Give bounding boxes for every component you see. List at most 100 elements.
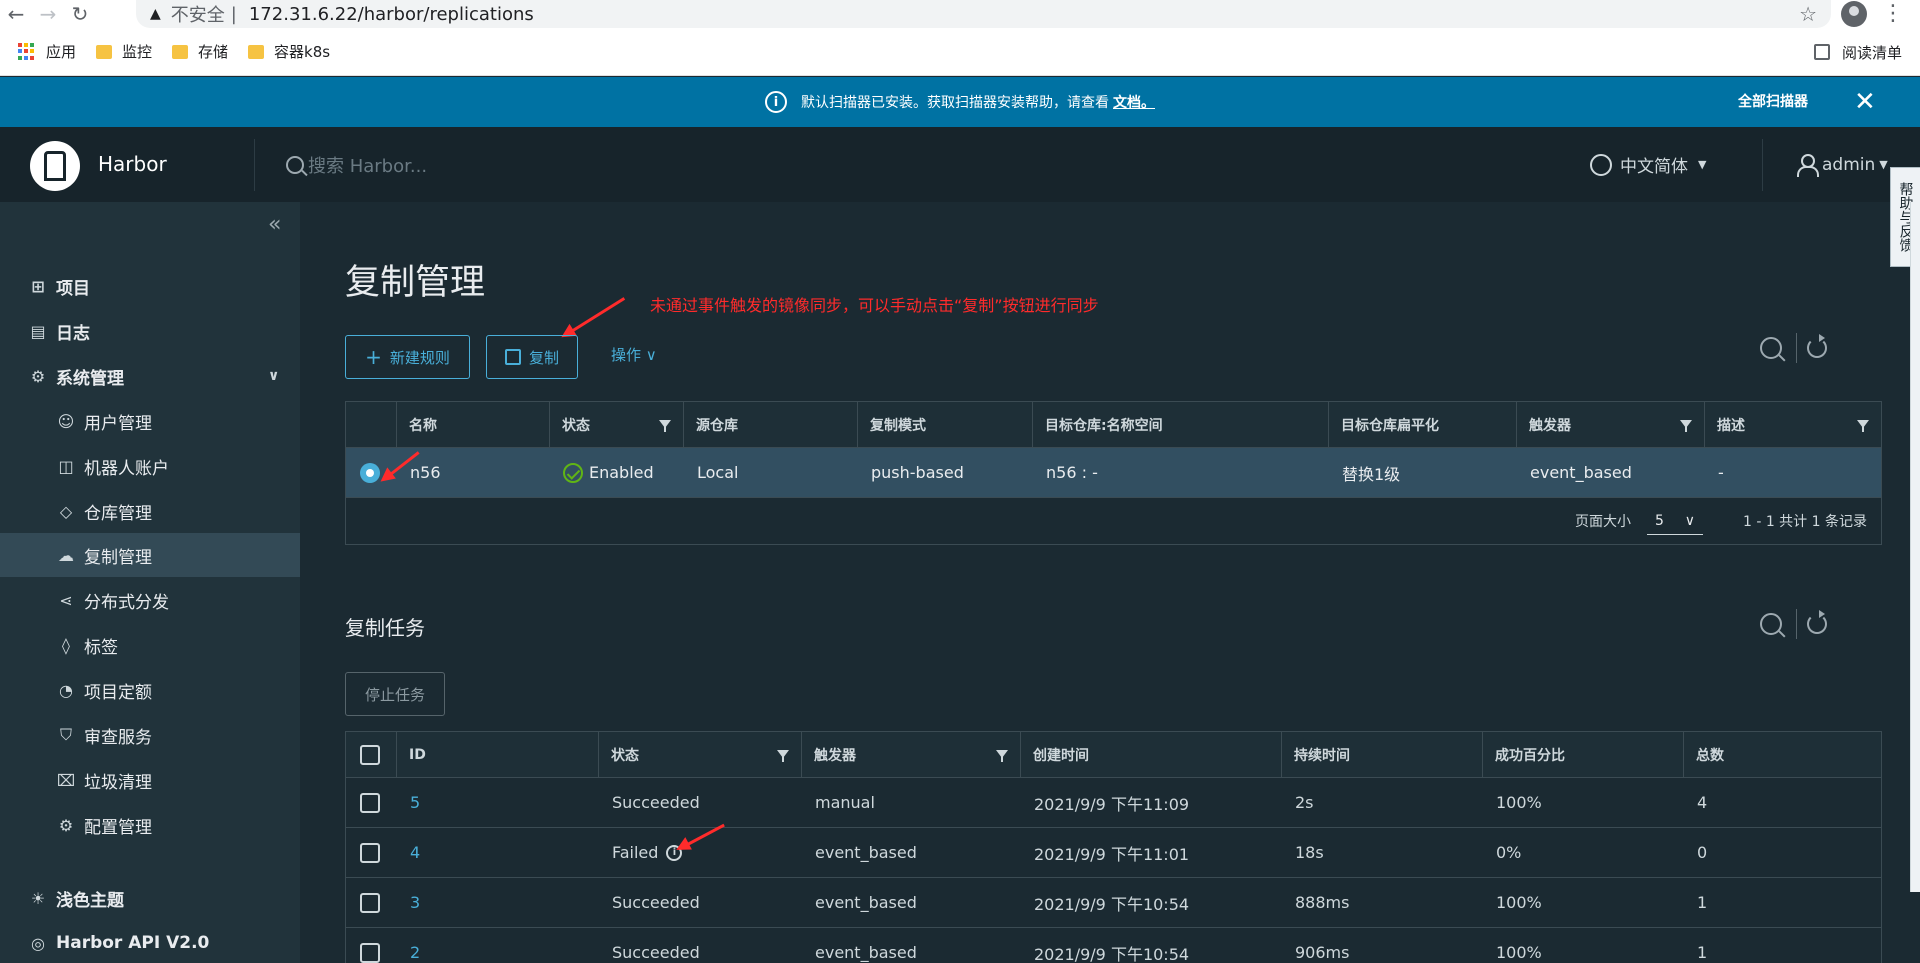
harbor-logo-icon[interactable] xyxy=(30,141,80,191)
users-icon: ☺ xyxy=(57,411,75,431)
address-bar[interactable]: ▲ 不安全 | 172.31.6.22/harbor/replications … xyxy=(136,0,1831,28)
replicate-icon xyxy=(504,349,521,365)
column-header-description[interactable]: 描述 xyxy=(1704,402,1881,447)
scan-all-button[interactable]: 全部扫描器 xyxy=(1738,77,1808,127)
bookmark-apps[interactable]: 应用 xyxy=(18,41,76,62)
task-success-rate: 0% xyxy=(1496,843,1522,862)
banner-doc-link[interactable]: 文档。 xyxy=(1113,92,1155,112)
bookmark-folder-k8s[interactable]: 容器k8s xyxy=(248,41,330,62)
user-menu[interactable]: admin ▼ xyxy=(1796,127,1888,202)
table-header: 名称 状态 源仓库 复制模式 目标仓库:名称空间 目标仓库扁平化 触发器 描述 xyxy=(346,402,1881,448)
column-header[interactable]: 目标仓库扁平化 xyxy=(1328,402,1516,447)
url-text[interactable]: 172.31.6.22/harbor/replications xyxy=(249,4,534,25)
browser-menu-icon[interactable]: ⋮ xyxy=(1882,0,1904,28)
filter-icon[interactable] xyxy=(996,750,1008,762)
column-header[interactable]: 名称 xyxy=(396,402,549,447)
bookmark-star-icon[interactable]: ☆ xyxy=(1799,2,1817,26)
user-name: admin xyxy=(1822,154,1876,175)
sidebar-item-logs[interactable]: ▤ 日志 xyxy=(0,309,300,353)
task-id-link[interactable]: 2 xyxy=(396,928,598,963)
global-search[interactable]: 搜索 Harbor... xyxy=(286,127,427,202)
actions-dropdown[interactable]: 操作 ∨ xyxy=(611,344,657,365)
row-select xyxy=(346,828,396,877)
column-header-trigger[interactable]: 触发器 xyxy=(1516,402,1704,447)
column-header[interactable]: 成功百分比 xyxy=(1482,732,1683,777)
profile-icon[interactable] xyxy=(1836,0,1872,28)
sidebar-item-replications[interactable]: ☁ 复制管理 xyxy=(0,533,300,577)
task-id-link[interactable]: 4 xyxy=(396,828,598,877)
filter-icon[interactable] xyxy=(1857,420,1869,432)
table-row[interactable]: n56 Enabled Local push-based n56 : - 替换1… xyxy=(346,448,1881,498)
task-id[interactable]: 3 xyxy=(410,893,420,912)
column-header-status[interactable]: 状态 xyxy=(598,732,801,777)
sidebar-item-label: Harbor API V2.0 xyxy=(56,933,210,953)
row-checkbox[interactable] xyxy=(360,792,380,813)
page-size-value: 5 xyxy=(1654,512,1664,529)
task-id[interactable]: 5 xyxy=(410,793,420,812)
column-header[interactable]: 目标仓库:名称空间 xyxy=(1032,402,1328,447)
tasks-table: ID 状态 触发器 创建时间 持续时间 成功百分比 总数 5 Succeeded… xyxy=(345,731,1882,963)
column-header[interactable]: 复制模式 xyxy=(857,402,1032,447)
column-header[interactable]: 总数 xyxy=(1683,732,1881,777)
sidebar-item-quotas[interactable]: ◔ 项目定额 xyxy=(0,668,300,712)
collapse-sidebar-icon[interactable]: « xyxy=(268,212,281,237)
table-row[interactable]: 2 Succeeded event_based 2021/9/9 下午10:54… xyxy=(346,928,1881,963)
select-all-checkbox[interactable] xyxy=(360,744,380,765)
column-header[interactable]: 持续时间 xyxy=(1281,732,1482,777)
sidebar-item-users[interactable]: ☺ 用户管理 xyxy=(0,399,300,443)
sidebar-item-registries[interactable]: ◇ 仓库管理 xyxy=(0,489,300,533)
sidebar-item-projects[interactable]: ⊞ 项目 xyxy=(0,264,300,308)
task-id-link[interactable]: 5 xyxy=(396,778,598,827)
sidebar-item-distributions[interactable]: ⋖ 分布式分发 xyxy=(0,578,300,622)
filter-icon[interactable] xyxy=(777,750,789,762)
sidebar-item-gc[interactable]: ⌧ 垃圾清理 xyxy=(0,758,300,802)
refresh-icon[interactable] xyxy=(1807,610,1827,634)
column-header[interactable]: 源仓库 xyxy=(683,402,857,447)
sidebar-item-labels[interactable]: ◊ 标签 xyxy=(0,623,300,667)
row-checkbox[interactable] xyxy=(360,842,380,863)
radio-selected-icon[interactable] xyxy=(360,462,380,483)
stop-task-button[interactable]: 停止任务 xyxy=(345,672,445,716)
search-input[interactable]: 搜索 Harbor... xyxy=(308,152,427,178)
task-id-link[interactable]: 3 xyxy=(396,878,598,927)
search-icon[interactable] xyxy=(1760,613,1782,635)
close-icon[interactable]: ✕ xyxy=(1854,89,1876,115)
bookmark-label: 存储 xyxy=(198,43,229,61)
bookmark-folder-monitor[interactable]: 监控 xyxy=(96,41,152,62)
task-id[interactable]: 2 xyxy=(410,943,420,962)
theme-toggle[interactable]: ☀ 浅色主题 xyxy=(0,876,300,920)
page-scrollbar[interactable] xyxy=(1910,202,1920,892)
language-switcher[interactable]: 中文简体 ▼ xyxy=(1590,127,1706,202)
sidebar-item-robot-accounts[interactable]: ◫ 机器人账户 xyxy=(0,444,300,488)
warning-icon[interactable]: ▲ xyxy=(150,6,161,22)
sidebar-item-configuration[interactable]: ⚙ 配置管理 xyxy=(0,803,300,847)
row-checkbox[interactable] xyxy=(360,892,380,913)
sidebar-item-api[interactable]: ◎ Harbor API V2.0 xyxy=(0,921,300,963)
column-header[interactable]: ID xyxy=(396,732,598,777)
reading-list-button[interactable]: 阅读清单 xyxy=(1813,28,1902,76)
table-row[interactable]: 4 Failed i event_based 2021/9/9 下午11:01 … xyxy=(346,828,1881,878)
search-icon[interactable] xyxy=(1760,337,1782,359)
column-header-trigger[interactable]: 触发器 xyxy=(801,732,1020,777)
table-row[interactable]: 5 Succeeded manual 2021/9/9 下午11:09 2s 1… xyxy=(346,778,1881,828)
column-header-status[interactable]: 状态 xyxy=(549,402,683,447)
bookmark-folder-storage[interactable]: 存储 xyxy=(172,41,228,62)
reload-icon[interactable]: ↻ xyxy=(64,0,96,28)
task-id[interactable]: 4 xyxy=(410,843,420,862)
table-row[interactable]: 3 Succeeded event_based 2021/9/9 下午10:54… xyxy=(346,878,1881,928)
replication-icon: ☁ xyxy=(58,545,74,565)
refresh-icon[interactable] xyxy=(1807,334,1827,358)
annotation-arrow xyxy=(564,297,626,337)
sidebar-item-administration[interactable]: ⚙ 系统管理 ∨ xyxy=(0,354,300,398)
brand-name[interactable]: Harbor xyxy=(98,127,167,202)
new-rule-button[interactable]: + 新建规则 xyxy=(345,335,470,379)
back-icon[interactable]: ← xyxy=(0,0,32,28)
column-header[interactable]: 创建时间 xyxy=(1020,732,1281,777)
forward-icon[interactable]: → xyxy=(32,0,64,28)
filter-icon[interactable] xyxy=(659,420,671,432)
sidebar-item-interrogation[interactable]: ⛉ 审查服务 xyxy=(0,713,300,757)
replicate-button[interactable]: 复制 xyxy=(486,335,578,379)
row-checkbox[interactable] xyxy=(360,942,380,963)
filter-icon[interactable] xyxy=(1680,420,1692,432)
page-size-select[interactable]: 5 ∨ xyxy=(1646,507,1703,535)
